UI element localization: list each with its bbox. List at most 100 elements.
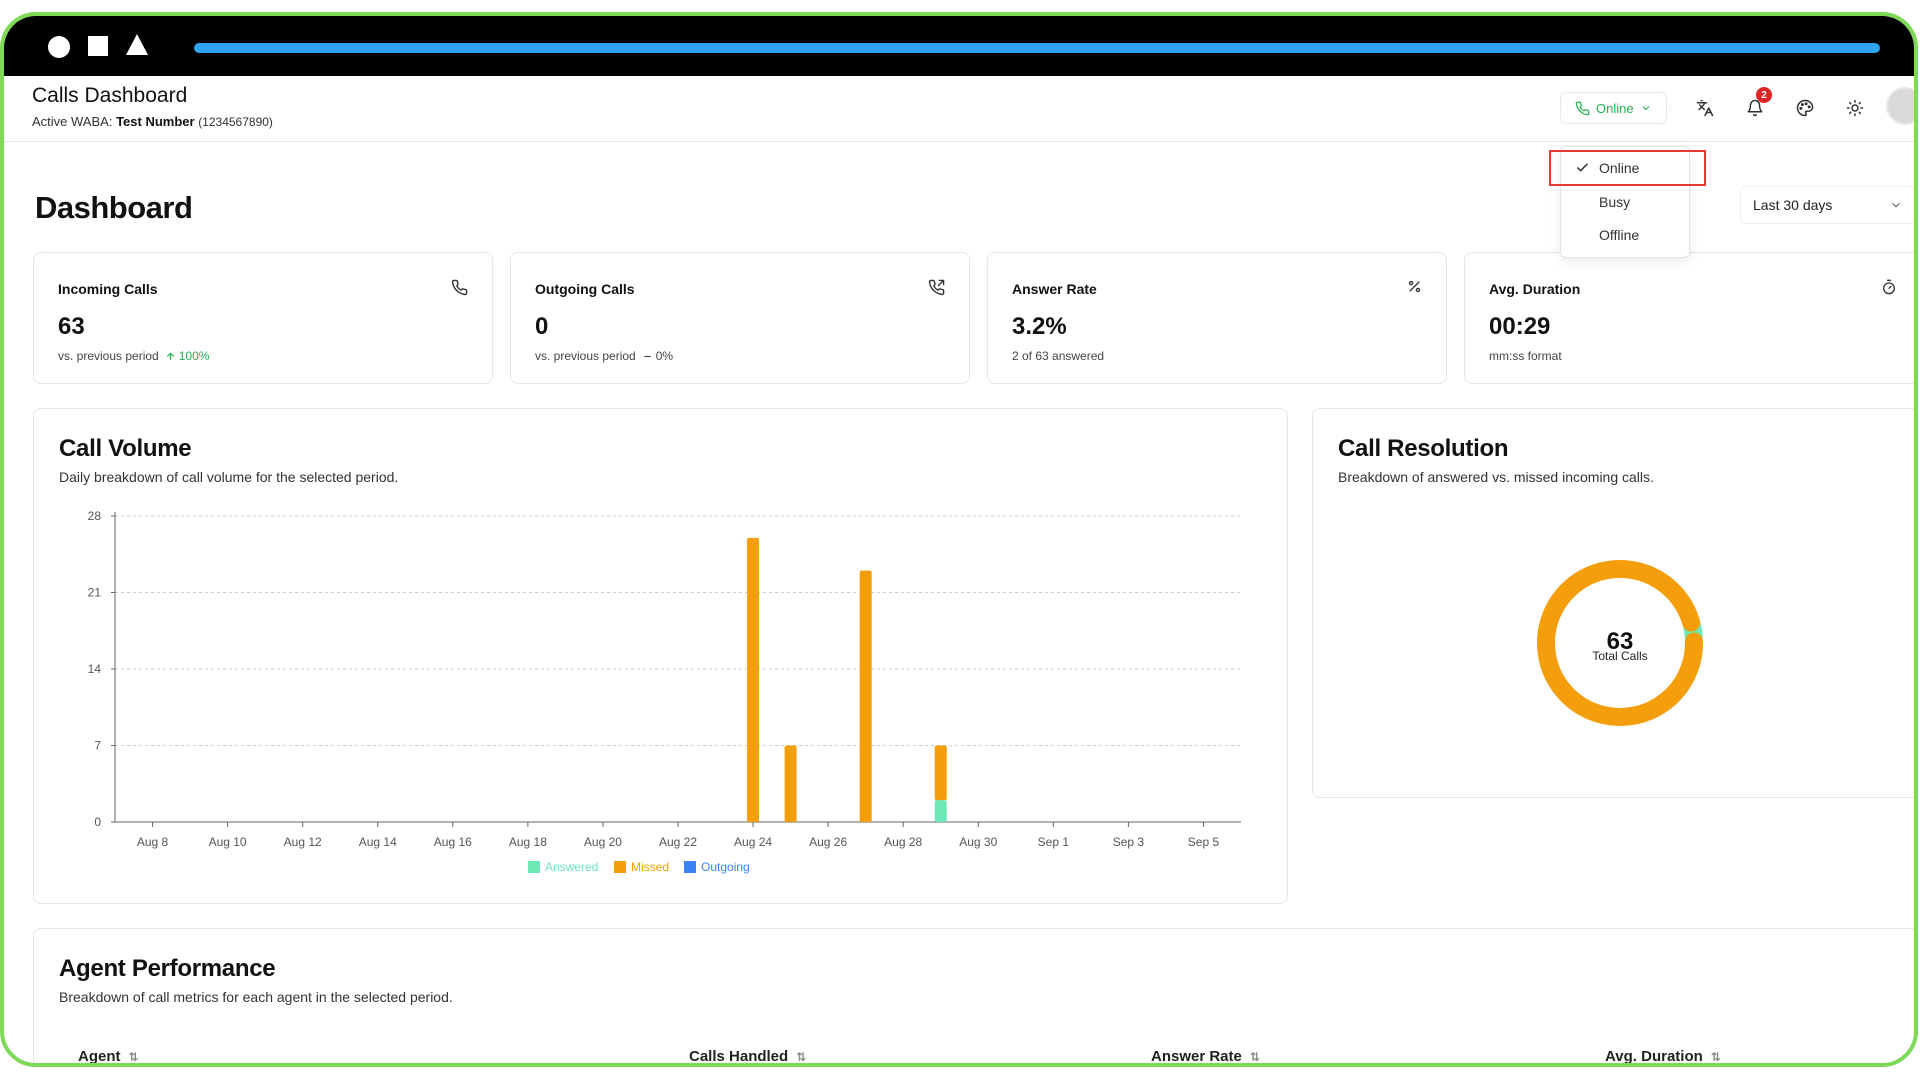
column-header-agent[interactable]: Agent ⇅	[78, 1048, 139, 1065]
card-label: Avg. Duration	[1489, 281, 1581, 297]
stat-card-answer-rate: Answer Rate 3.2% 2 of 63 answered	[987, 252, 1447, 384]
x-tick-label: Aug 8	[137, 835, 169, 849]
date-range-select[interactable]: Last 30 days	[1740, 186, 1914, 224]
call-volume-chart: 0 7 14 21 28 Aug 8 Aug 10 Aug 12 Aug 14 Aug 16 Aug…	[88, 509, 1241, 874]
card-value: 00:29	[1489, 313, 1551, 340]
waba-label: Active WABA:	[32, 114, 113, 129]
legend-label: Missed	[631, 860, 669, 874]
x-tick-label: Aug 30	[959, 835, 997, 849]
phone-icon	[1575, 101, 1590, 115]
bar-answered	[934, 800, 947, 822]
x-tick-label: Sep 5	[1188, 835, 1220, 849]
legend-label: Answered	[545, 860, 598, 874]
card-label: Outgoing Calls	[535, 281, 635, 297]
percent-icon	[1408, 280, 1421, 293]
call-resolution-donut: 63Total Calls	[1537, 560, 1703, 726]
bar-missed	[747, 537, 760, 822]
page-title: Dashboard	[35, 190, 193, 225]
card-note: 2 of 63 answered	[1012, 349, 1105, 363]
date-range-value: Last 30 days	[1753, 197, 1833, 213]
x-tick-label: Sep 3	[1113, 835, 1145, 849]
phone-outgoing-icon	[928, 279, 945, 296]
option-label: Offline	[1599, 227, 1640, 243]
sun-icon[interactable]	[1840, 93, 1870, 123]
column-label: Agent	[78, 1048, 121, 1065]
card-value: 63	[58, 313, 85, 340]
x-tick-label: Sep 1	[1038, 835, 1070, 849]
app-title: Calls Dashboard	[32, 84, 188, 107]
stat-card-avg-duration: Avg. Duration 00:29 mm:ss format	[1464, 252, 1914, 384]
status-option-offline[interactable]: Offline	[1561, 220, 1689, 250]
trend-flat: 0%	[642, 349, 673, 363]
square-icon[interactable]	[88, 36, 108, 56]
x-tick-label: Aug 10	[209, 835, 247, 849]
legend-swatch	[684, 861, 696, 873]
bar-missed	[934, 745, 947, 801]
palette-icon[interactable]	[1790, 93, 1820, 123]
bar-missed	[859, 570, 872, 822]
card-value: 0	[535, 313, 549, 340]
column-header-calls-handled[interactable]: Calls Handled ⇅	[689, 1048, 807, 1065]
phone-icon	[451, 279, 468, 296]
column-label: Avg. Duration	[1605, 1048, 1703, 1065]
column-label: Answer Rate	[1151, 1048, 1242, 1065]
sort-icon: ⇅	[796, 1049, 807, 1064]
card-note-text: vs. previous period	[535, 349, 636, 363]
card-note: mm:ss format	[1489, 349, 1562, 363]
trend-value: 100%	[178, 349, 210, 363]
card-label: Incoming Calls	[58, 281, 158, 297]
x-tick-label: Aug 16	[434, 835, 472, 849]
app-window: Calls Dashboard Active WABA: Test Number…	[0, 12, 1918, 1067]
circle-icon[interactable]	[48, 36, 70, 58]
y-tick-label: 0	[94, 815, 101, 829]
triangle-icon[interactable]	[126, 34, 148, 55]
column-label: Calls Handled	[689, 1048, 789, 1065]
agent-performance-panel: Agent Performance Breakdown of call metr…	[33, 928, 1914, 1063]
x-tick-label: Aug 18	[509, 835, 547, 849]
column-header-answer-rate[interactable]: Answer Rate ⇅	[1151, 1048, 1260, 1065]
x-tick-label: Aug 20	[584, 835, 622, 849]
x-tick-label: Aug 12	[284, 835, 322, 849]
trend-up: 100%	[165, 349, 210, 363]
column-header-avg-duration[interactable]: Avg. Duration ⇅	[1605, 1048, 1721, 1065]
highlight-box	[1549, 150, 1706, 186]
minus-icon	[644, 355, 651, 357]
card-label: Answer Rate	[1012, 281, 1097, 297]
waba-name: Test Number	[116, 114, 195, 129]
window-titlebar	[4, 16, 1914, 76]
chevron-down-icon	[1642, 106, 1649, 111]
call-resolution-panel: Call Resolution Breakdown of answered vs…	[1312, 408, 1914, 798]
legend-swatch	[614, 861, 626, 873]
bell-icon[interactable]: 2	[1740, 87, 1772, 123]
bar-missed	[784, 745, 797, 822]
y-tick-label: 7	[94, 739, 101, 753]
app-header: Calls Dashboard Active WABA: Test Number…	[4, 76, 1914, 142]
card-value: 3.2%	[1012, 313, 1067, 340]
panel-title: Agent Performance	[59, 955, 276, 982]
x-tick-label: Aug 22	[659, 835, 697, 849]
y-tick-label: 14	[88, 662, 102, 676]
stat-card-incoming-calls: Incoming Calls 63 vs. previous period 10…	[33, 252, 493, 384]
stat-card-outgoing-calls: Outgoing Calls 0 vs. previous period 0%	[510, 252, 970, 384]
panel-subtitle: Breakdown of call metrics for each agent…	[59, 989, 453, 1005]
avatar[interactable]	[1886, 87, 1914, 125]
arrow-up-icon	[166, 351, 174, 360]
call-volume-panel: Call Volume Daily breakdown of call volu…	[33, 408, 1288, 904]
progress-fill	[194, 43, 1880, 53]
legend-label: Outgoing	[701, 860, 750, 874]
status-dropdown-button[interactable]: Online	[1560, 92, 1667, 124]
translate-icon[interactable]	[1690, 93, 1720, 123]
y-tick-label: 28	[88, 509, 102, 523]
card-note-text: vs. previous period	[58, 349, 159, 363]
card-note: vs. previous period 100%	[58, 349, 209, 363]
status-option-busy[interactable]: Busy	[1561, 187, 1689, 217]
x-tick-label: Aug 24	[734, 835, 772, 849]
legend-swatch	[528, 861, 540, 873]
sort-icon: ⇅	[1249, 1049, 1260, 1064]
loading-progress-bar	[194, 43, 1880, 53]
x-tick-label: Aug 26	[809, 835, 847, 849]
chevron-down-icon	[1892, 202, 1900, 208]
notification-badge: 2	[1756, 87, 1772, 103]
active-waba: Active WABA: Test Number (1234567890)	[32, 114, 273, 129]
timer-icon	[1883, 279, 1895, 295]
